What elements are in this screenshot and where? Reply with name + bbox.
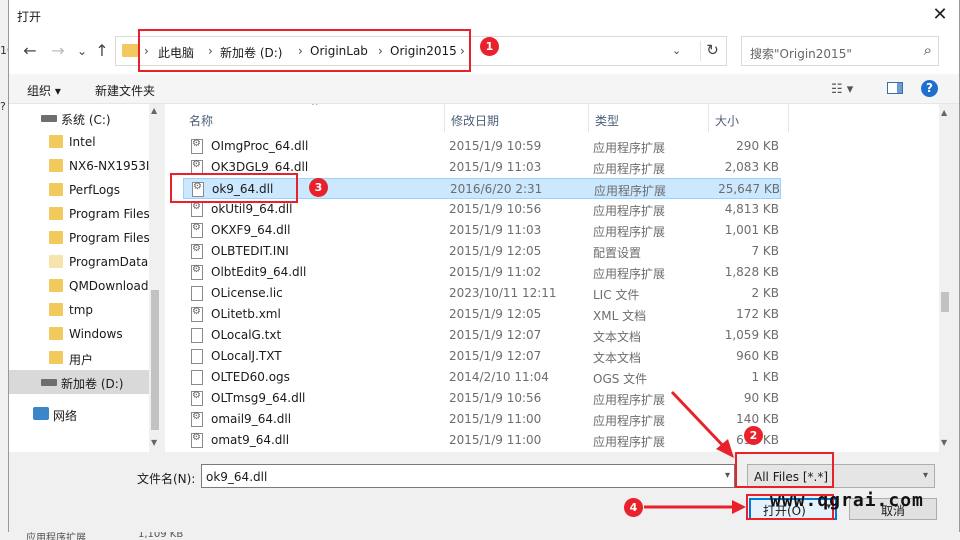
watermark-text: www.qgrai.com [770, 490, 924, 511]
step-badge-2: 2 [744, 426, 763, 445]
step-badge-3: 3 [309, 178, 328, 197]
annotation-arrows [644, 390, 746, 514]
step-badge-4: 4 [624, 498, 643, 517]
step-badge-1: 1 [480, 37, 499, 56]
